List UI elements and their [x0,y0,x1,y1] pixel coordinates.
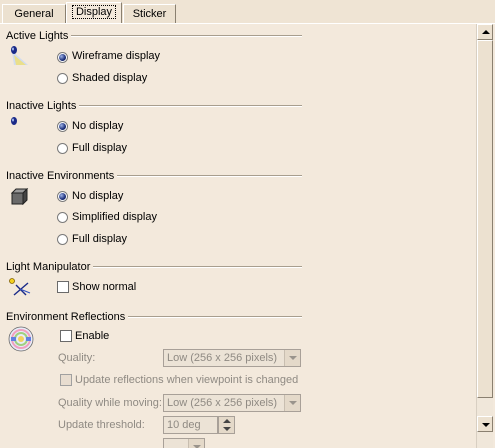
label-update-threshold: Update threshold: [58,419,145,431]
radio-inactive-env-simplified-display[interactable] [57,212,68,223]
label-wireframe-display: Wireframe display [72,50,161,62]
update-threshold-spinner[interactable] [218,416,235,434]
radio-shaded-display[interactable] [57,73,68,84]
section-title-active-lights: Active Lights [6,30,72,42]
checkbox-show-normal[interactable] [57,281,69,293]
section-title-environment-reflections: Environment Reflections [6,311,129,323]
label-shaded-display: Shaded display [72,72,148,84]
section-title-light-manipulator: Light Manipulator [6,261,94,273]
label-enable-reflections: Enable [75,330,110,342]
scrollbar-thumb[interactable] [477,40,493,398]
partial-hidden-control[interactable] [163,438,205,448]
label-inactive-env-full-display: Full display [72,233,128,245]
checkbox-update-reflections[interactable] [60,374,72,386]
label-update-reflections: Update reflections when viewpoint is cha… [75,374,299,386]
section-title-inactive-lights: Inactive Lights [6,100,80,112]
scroll-down-button[interactable] [477,416,493,432]
quality-while-moving-value: Low (256 x 256 pixels) [167,397,278,409]
scroll-up-button[interactable] [477,24,493,40]
label-quality: Quality: [58,352,96,364]
reflection-sphere-icon [8,326,34,352]
update-threshold-field[interactable]: 10 deg [163,416,218,434]
tab-bar: General Display Sticker [0,0,495,24]
radio-inactive-lights-no-display[interactable] [57,121,68,132]
section-title-inactive-environments: Inactive Environments [6,170,118,182]
active-light-icon [11,46,28,65]
checkbox-enable-reflections[interactable] [60,330,72,342]
update-threshold-value: 10 deg [167,419,201,431]
environment-cube-icon [11,188,29,205]
quality-dropdown[interactable]: Low (256 x 256 pixels) [163,349,301,367]
label-inactive-lights-no-display: No display [72,120,124,132]
tab-general[interactable]: General [2,4,66,23]
label-quality-while-moving: Quality while moving: [58,397,162,409]
chevron-down-icon [188,439,204,448]
chevron-down-icon [284,350,300,366]
label-inactive-lights-full-display: Full display [72,142,128,154]
radio-inactive-env-no-display[interactable] [57,191,68,202]
vertical-scrollbar[interactable] [476,24,493,448]
quality-while-moving-dropdown[interactable]: Low (256 x 256 pixels) [163,394,301,412]
radio-wireframe-display[interactable] [57,52,68,63]
chevron-down-icon [284,395,300,411]
quality-dropdown-value: Low (256 x 256 pixels) [167,352,278,364]
label-inactive-env-no-display: No display [72,190,124,202]
label-inactive-env-simplified-display: Simplified display [72,211,157,223]
tab-sticker[interactable]: Sticker [123,4,176,23]
light-manipulator-icon [9,278,31,296]
label-show-normal: Show normal [72,281,137,293]
radio-inactive-lights-full-display[interactable] [57,143,68,154]
inactive-light-icon [11,117,17,125]
tab-display[interactable]: Display [66,2,122,24]
display-panel: Active Lights Wireframe display Shaded d… [0,24,476,448]
radio-inactive-env-full-display[interactable] [57,234,68,245]
